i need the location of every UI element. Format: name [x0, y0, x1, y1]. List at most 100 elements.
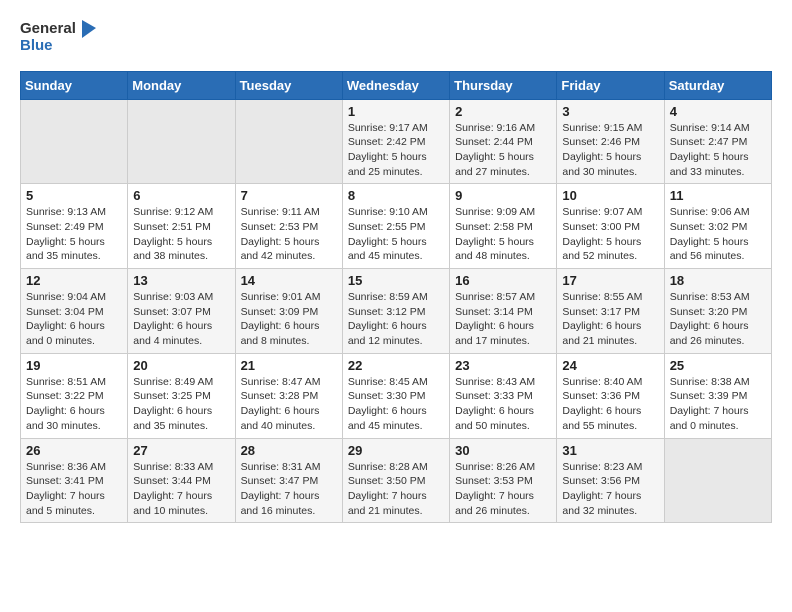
calendar-week-row: 19 Sunrise: 8:51 AM Sunset: 3:22 PM Dayli…: [21, 353, 772, 438]
calendar-cell: 3Sunrise: 9:15 AM Sunset: 2:46 PM Daylig…: [557, 99, 664, 184]
day-info: Sunrise: 8:33 AM Sunset: 3:44 PM Dayligh…: [133, 460, 229, 519]
calendar-cell: 6Sunrise: 9:12 AM Sunset: 2:51 PM Daylig…: [128, 184, 235, 269]
calendar-cell: 29 Sunrise: 8:28 AM Sunset: 3:50 PM Dayli…: [342, 438, 449, 523]
logo: General Blue: [20, 20, 96, 55]
day-info: Sunrise: 9:13 AM Sunset: 2:49 PM Dayligh…: [26, 205, 122, 264]
day-number: 15: [348, 273, 444, 288]
day-number: 19: [26, 358, 122, 373]
day-info: Sunrise: 9:07 AM Sunset: 3:00 PM Dayligh…: [562, 205, 658, 264]
day-info: Sunrise: 8:31 AM Sunset: 3:47 PM Dayligh…: [241, 460, 337, 519]
day-number: 3: [562, 104, 658, 119]
day-info: Sunrise: 9:03 AM Sunset: 3:07 PM Dayligh…: [133, 290, 229, 349]
calendar-cell: 12 Sunrise: 9:04 AM Sunset: 3:04 PM Dayli…: [21, 269, 128, 354]
day-number: 10: [562, 188, 658, 203]
weekday-header-thursday: Thursday: [450, 71, 557, 99]
calendar-cell: 5 Sunrise: 9:13 AM Sunset: 2:49 PM Daylig…: [21, 184, 128, 269]
day-number: 23: [455, 358, 551, 373]
day-number: 21: [241, 358, 337, 373]
weekday-header-tuesday: Tuesday: [235, 71, 342, 99]
day-info: Sunrise: 8:55 AM Sunset: 3:17 PM Dayligh…: [562, 290, 658, 349]
page-header: General Blue: [20, 20, 772, 55]
day-number: 12: [26, 273, 122, 288]
weekday-header-saturday: Saturday: [664, 71, 771, 99]
calendar-cell: 27 Sunrise: 8:33 AM Sunset: 3:44 PM Dayli…: [128, 438, 235, 523]
day-number: 9: [455, 188, 551, 203]
calendar-cell: 2 Sunrise: 9:16 AM Sunset: 2:44 PM Daylig…: [450, 99, 557, 184]
calendar-cell: 1 Sunrise: 9:17 AM Sunset: 2:42 PM Daylig…: [342, 99, 449, 184]
day-info: Sunrise: 9:09 AM Sunset: 2:58 PM Dayligh…: [455, 205, 551, 264]
day-info: Sunrise: 8:40 AM Sunset: 3:36 PM Dayligh…: [562, 375, 658, 434]
calendar-cell: 28 Sunrise: 8:31 AM Sunset: 3:47 PM Dayli…: [235, 438, 342, 523]
calendar-cell: 26Sunrise: 8:36 AM Sunset: 3:41 PM Dayli…: [21, 438, 128, 523]
calendar-cell: 21 Sunrise: 8:47 AM Sunset: 3:28 PM Dayli…: [235, 353, 342, 438]
calendar-week-row: 12 Sunrise: 9:04 AM Sunset: 3:04 PM Dayli…: [21, 269, 772, 354]
day-info: Sunrise: 8:59 AM Sunset: 3:12 PM Dayligh…: [348, 290, 444, 349]
weekday-header-friday: Friday: [557, 71, 664, 99]
calendar-cell: 31 Sunrise: 8:23 AM Sunset: 3:56 PM Dayli…: [557, 438, 664, 523]
day-info: Sunrise: 8:43 AM Sunset: 3:33 PM Dayligh…: [455, 375, 551, 434]
calendar-cell: [128, 99, 235, 184]
calendar-cell: 10 Sunrise: 9:07 AM Sunset: 3:00 PM Dayli…: [557, 184, 664, 269]
day-info: Sunrise: 9:01 AM Sunset: 3:09 PM Dayligh…: [241, 290, 337, 349]
day-number: 16: [455, 273, 551, 288]
day-number: 22: [348, 358, 444, 373]
weekday-header-sunday: Sunday: [21, 71, 128, 99]
calendar-cell: 7 Sunrise: 9:11 AM Sunset: 2:53 PM Daylig…: [235, 184, 342, 269]
day-info: Sunrise: 9:17 AM Sunset: 2:42 PM Dayligh…: [348, 121, 444, 180]
calendar-week-row: 26Sunrise: 8:36 AM Sunset: 3:41 PM Dayli…: [21, 438, 772, 523]
day-number: 17: [562, 273, 658, 288]
weekday-header-monday: Monday: [128, 71, 235, 99]
calendar-week-row: 5 Sunrise: 9:13 AM Sunset: 2:49 PM Daylig…: [21, 184, 772, 269]
day-number: 11: [670, 188, 766, 203]
day-info: Sunrise: 9:04 AM Sunset: 3:04 PM Dayligh…: [26, 290, 122, 349]
calendar-cell: 23 Sunrise: 8:43 AM Sunset: 3:33 PM Dayli…: [450, 353, 557, 438]
weekday-header-wednesday: Wednesday: [342, 71, 449, 99]
day-number: 31: [562, 443, 658, 458]
day-info: Sunrise: 8:47 AM Sunset: 3:28 PM Dayligh…: [241, 375, 337, 434]
day-number: 2: [455, 104, 551, 119]
day-info: Sunrise: 9:06 AM Sunset: 3:02 PM Dayligh…: [670, 205, 766, 264]
calendar-cell: 13 Sunrise: 9:03 AM Sunset: 3:07 PM Dayli…: [128, 269, 235, 354]
day-number: 27: [133, 443, 229, 458]
calendar-cell: 9 Sunrise: 9:09 AM Sunset: 2:58 PM Daylig…: [450, 184, 557, 269]
calendar-cell: [21, 99, 128, 184]
day-number: 29: [348, 443, 444, 458]
day-info: Sunrise: 8:49 AM Sunset: 3:25 PM Dayligh…: [133, 375, 229, 434]
day-info: Sunrise: 9:16 AM Sunset: 2:44 PM Dayligh…: [455, 121, 551, 180]
day-info: Sunrise: 8:45 AM Sunset: 3:30 PM Dayligh…: [348, 375, 444, 434]
day-number: 20: [133, 358, 229, 373]
day-info: Sunrise: 8:23 AM Sunset: 3:56 PM Dayligh…: [562, 460, 658, 519]
day-number: 5: [26, 188, 122, 203]
day-info: Sunrise: 8:53 AM Sunset: 3:20 PM Dayligh…: [670, 290, 766, 349]
day-number: 8: [348, 188, 444, 203]
calendar-cell: 8 Sunrise: 9:10 AM Sunset: 2:55 PM Daylig…: [342, 184, 449, 269]
day-number: 13: [133, 273, 229, 288]
day-number: 28: [241, 443, 337, 458]
day-info: Sunrise: 8:51 AM Sunset: 3:22 PM Dayligh…: [26, 375, 122, 434]
day-info: Sunrise: 9:14 AM Sunset: 2:47 PM Dayligh…: [670, 121, 766, 180]
weekday-header-row: SundayMondayTuesdayWednesdayThursdayFrid…: [21, 71, 772, 99]
calendar-cell: 4Sunrise: 9:14 AM Sunset: 2:47 PM Daylig…: [664, 99, 771, 184]
day-number: 14: [241, 273, 337, 288]
day-info: Sunrise: 8:28 AM Sunset: 3:50 PM Dayligh…: [348, 460, 444, 519]
calendar-cell: [664, 438, 771, 523]
calendar-cell: 18Sunrise: 8:53 AM Sunset: 3:20 PM Dayli…: [664, 269, 771, 354]
calendar-cell: 24 Sunrise: 8:40 AM Sunset: 3:36 PM Dayli…: [557, 353, 664, 438]
calendar-table: SundayMondayTuesdayWednesdayThursdayFrid…: [20, 71, 772, 524]
logo-text: General Blue: [20, 20, 96, 55]
day-info: Sunrise: 8:57 AM Sunset: 3:14 PM Dayligh…: [455, 290, 551, 349]
day-number: 1: [348, 104, 444, 119]
day-info: Sunrise: 9:10 AM Sunset: 2:55 PM Dayligh…: [348, 205, 444, 264]
calendar-cell: 17 Sunrise: 8:55 AM Sunset: 3:17 PM Dayli…: [557, 269, 664, 354]
day-number: 30: [455, 443, 551, 458]
calendar-week-row: 1 Sunrise: 9:17 AM Sunset: 2:42 PM Daylig…: [21, 99, 772, 184]
day-info: Sunrise: 8:26 AM Sunset: 3:53 PM Dayligh…: [455, 460, 551, 519]
day-number: 7: [241, 188, 337, 203]
day-number: 24: [562, 358, 658, 373]
calendar-cell: 14 Sunrise: 9:01 AM Sunset: 3:09 PM Dayli…: [235, 269, 342, 354]
calendar-cell: 15 Sunrise: 8:59 AM Sunset: 3:12 PM Dayli…: [342, 269, 449, 354]
calendar-cell: 25Sunrise: 8:38 AM Sunset: 3:39 PM Dayli…: [664, 353, 771, 438]
day-info: Sunrise: 9:11 AM Sunset: 2:53 PM Dayligh…: [241, 205, 337, 264]
day-number: 25: [670, 358, 766, 373]
calendar-cell: 16 Sunrise: 8:57 AM Sunset: 3:14 PM Dayli…: [450, 269, 557, 354]
